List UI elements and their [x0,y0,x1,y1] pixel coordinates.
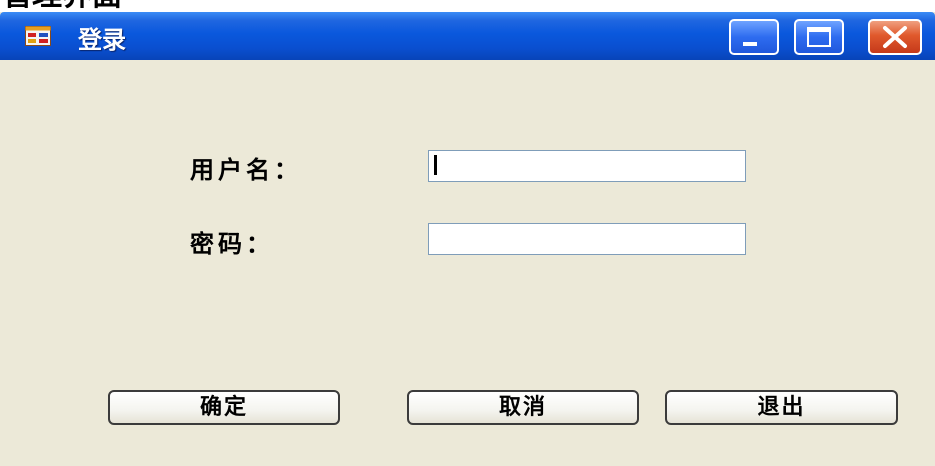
text-caret [434,155,437,175]
username-label: 用户名： [190,156,302,184]
title-bar[interactable]: 登录 [0,12,935,60]
ok-button[interactable]: 确定 [108,390,340,425]
password-label: 密码： [190,230,274,258]
exit-button[interactable]: 退出 [665,390,898,425]
maximize-icon [807,27,831,47]
window-title: 登录 [78,26,126,54]
form-window-icon [25,26,51,46]
password-input[interactable] [428,223,746,255]
login-window: 登录 用户名： 密码： 确定 取消 退出 [0,12,935,466]
maximize-button[interactable] [794,19,844,55]
username-input[interactable] [428,150,746,182]
minimize-button[interactable] [729,19,779,55]
minimize-icon [743,42,757,46]
close-button[interactable] [868,19,922,55]
close-icon [883,26,907,48]
cancel-button[interactable]: 取消 [407,390,639,425]
